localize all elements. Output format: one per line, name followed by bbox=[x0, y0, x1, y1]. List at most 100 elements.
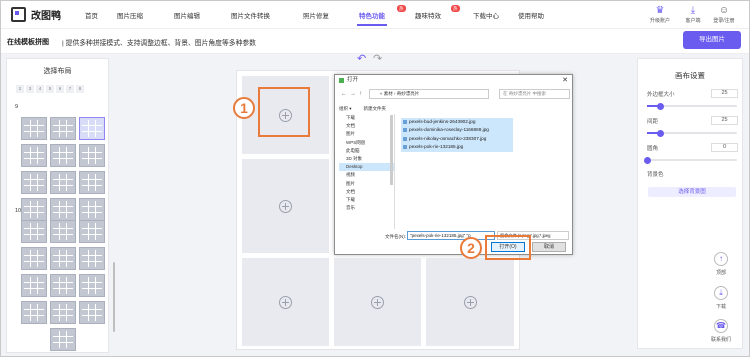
layout-thumb[interactable] bbox=[21, 117, 47, 140]
nav-repair[interactable]: 照片修复 bbox=[303, 10, 329, 20]
count-tab[interactable]: 5 bbox=[46, 85, 54, 93]
nav-features[interactable]: 特色功能 bbox=[357, 10, 387, 26]
spacing-slider[interactable] bbox=[647, 129, 737, 137]
nav-compress[interactable]: 图片压缩 bbox=[117, 10, 143, 20]
nav-help[interactable]: 使用帮助 bbox=[518, 10, 544, 20]
nav-convert[interactable]: 图片文件转换 bbox=[231, 10, 270, 20]
sidebar-item-videos[interactable]: 视频 bbox=[339, 171, 394, 179]
layout-thumb[interactable] bbox=[79, 247, 105, 270]
sidebar-item-music[interactable]: 音乐 bbox=[339, 204, 394, 212]
count-tab[interactable]: 3 bbox=[26, 85, 34, 93]
export-button[interactable]: 导出图片 bbox=[683, 31, 741, 49]
layout-thumb[interactable] bbox=[50, 144, 76, 167]
sidebar-item-pictures2[interactable]: 图片 bbox=[339, 180, 394, 188]
forward-arrow-icon[interactable]: → bbox=[350, 89, 356, 99]
dialog-search-input[interactable]: 在 奇妙漂亮片 中搜索 bbox=[499, 89, 570, 99]
layout-thumb[interactable] bbox=[21, 220, 47, 243]
count-tab[interactable]: 8 bbox=[76, 85, 84, 93]
layout-thumb[interactable] bbox=[79, 220, 105, 243]
layout-thumb[interactable] bbox=[50, 117, 76, 140]
layout-thumb[interactable] bbox=[79, 198, 105, 221]
filename-label: 文件名(N): bbox=[385, 234, 406, 239]
layout-thumb[interactable] bbox=[21, 274, 47, 297]
slider-knob[interactable] bbox=[643, 156, 651, 164]
contact-us[interactable]: ☎ 联系我们 bbox=[706, 319, 736, 343]
organize-button[interactable]: 组织 ▾ bbox=[339, 106, 352, 112]
radius-input[interactable]: 0 bbox=[711, 143, 738, 152]
layout-thumb[interactable] bbox=[50, 301, 76, 324]
layout-thumb[interactable] bbox=[50, 328, 76, 351]
close-icon[interactable]: ✕ bbox=[562, 75, 568, 86]
count-tab[interactable]: 2 bbox=[16, 85, 24, 93]
file-item[interactable]: pexels-pok-rie-132185.jpg bbox=[401, 143, 513, 152]
layout-thumb-selected[interactable] bbox=[79, 117, 105, 140]
back-to-top[interactable]: ↑ 顶部 bbox=[706, 252, 736, 276]
redo-icon[interactable]: ↷ bbox=[373, 52, 382, 65]
file-item[interactable]: pexels-dominika-roseclay-1166869.jpg bbox=[401, 126, 513, 135]
layout-thumb[interactable] bbox=[79, 301, 105, 324]
file-item[interactable]: pexels-bud-jenkins-2643902.jpg bbox=[401, 118, 513, 127]
image-slot[interactable] bbox=[334, 258, 421, 346]
layout-thumb[interactable] bbox=[50, 171, 76, 194]
layout-thumb[interactable] bbox=[21, 198, 47, 221]
sidebar-item-documents2[interactable]: 文档 bbox=[339, 188, 394, 196]
spacing-input[interactable]: 25 bbox=[711, 116, 738, 125]
layout-thumb[interactable] bbox=[21, 247, 47, 270]
address-bar[interactable]: « 素材 › 奇妙漂亮片 bbox=[369, 89, 489, 99]
back-arrow-icon[interactable]: ← bbox=[341, 89, 347, 99]
login-tool[interactable]: ☺ 登录/注册 bbox=[710, 5, 738, 24]
nav-effects[interactable]: 趣味特效 bbox=[415, 10, 441, 20]
sidebar-item-wps[interactable]: WPS网盘 bbox=[339, 139, 394, 147]
sidebar-item-pictures[interactable]: 图片 bbox=[339, 130, 394, 138]
client-tool[interactable]: ⤓ 客户端 bbox=[679, 5, 707, 24]
app-logo[interactable]: 改图鸭 bbox=[11, 7, 61, 22]
download-icon: ⤓ bbox=[690, 5, 696, 16]
up-arrow-icon[interactable]: ↑ bbox=[359, 89, 362, 99]
count-tab[interactable]: 4 bbox=[36, 85, 44, 93]
undo-icon[interactable]: ↶ bbox=[357, 52, 366, 65]
layout-thumb[interactable] bbox=[21, 171, 47, 194]
layout-thumb[interactable] bbox=[21, 301, 47, 324]
slider-knob[interactable] bbox=[657, 129, 664, 137]
nav-home[interactable]: 首页 bbox=[85, 10, 98, 20]
count-tab[interactable]: 7 bbox=[66, 85, 74, 93]
outer-border-input[interactable]: 25 bbox=[711, 89, 738, 98]
file-item[interactable]: pexels-nikolay-osmachko-238307.jpg bbox=[401, 134, 513, 144]
cancel-button[interactable]: 取消 bbox=[532, 242, 566, 252]
outer-border-slider[interactable] bbox=[647, 102, 737, 110]
sidebar-item-documents[interactable]: 文档 bbox=[339, 122, 394, 130]
hot-badge: 热 bbox=[397, 5, 406, 12]
choose-background-button[interactable]: 选择背景图 bbox=[648, 187, 736, 197]
sidebar-item-3d[interactable]: 3D 对象 bbox=[339, 155, 394, 163]
layout-thumb[interactable] bbox=[79, 171, 105, 194]
sidebar-item-desktop[interactable]: Desktop bbox=[339, 163, 394, 172]
sidebar-item-downloads2[interactable]: 下载 bbox=[339, 196, 394, 204]
dialog-title: 打开 bbox=[347, 77, 359, 83]
slider-knob[interactable] bbox=[657, 102, 664, 110]
filename-input[interactable]: "pexels-pok-rie-132185.jpg" "p bbox=[407, 231, 495, 240]
layout-thumb[interactable] bbox=[21, 144, 47, 167]
layout-thumb[interactable] bbox=[50, 247, 76, 270]
layout-thumb[interactable] bbox=[50, 274, 76, 297]
image-slot[interactable] bbox=[242, 258, 329, 346]
layout-thumb[interactable] bbox=[79, 274, 105, 297]
upgrade-tool[interactable]: ♛ 升级账户 bbox=[646, 5, 674, 24]
image-slot[interactable] bbox=[426, 258, 514, 346]
new-folder-button[interactable]: 新建文件夹 bbox=[364, 106, 387, 112]
layout-thumb[interactable] bbox=[50, 220, 76, 243]
dialog-app-icon bbox=[339, 78, 344, 83]
download-side[interactable]: ⤓ 下载 bbox=[706, 286, 736, 310]
app-name: 改图鸭 bbox=[31, 11, 61, 22]
layout-thumb[interactable] bbox=[50, 198, 76, 221]
layout-thumb[interactable] bbox=[79, 144, 105, 167]
sidebar-item-this-pc[interactable]: 此电脑 bbox=[339, 147, 394, 155]
radius-slider[interactable] bbox=[643, 156, 737, 164]
nav-edit[interactable]: 图片编辑 bbox=[174, 10, 200, 20]
logo-icon bbox=[11, 7, 26, 22]
dialog-sidebar-scrollbar[interactable] bbox=[390, 115, 393, 185]
sidebar-item-downloads[interactable]: 下载 bbox=[339, 114, 394, 122]
count-tab[interactable]: 6 bbox=[56, 85, 64, 93]
nav-download[interactable]: 下载中心 bbox=[473, 10, 499, 20]
image-slot[interactable] bbox=[242, 159, 329, 253]
layout-scrollbar[interactable] bbox=[113, 262, 115, 332]
